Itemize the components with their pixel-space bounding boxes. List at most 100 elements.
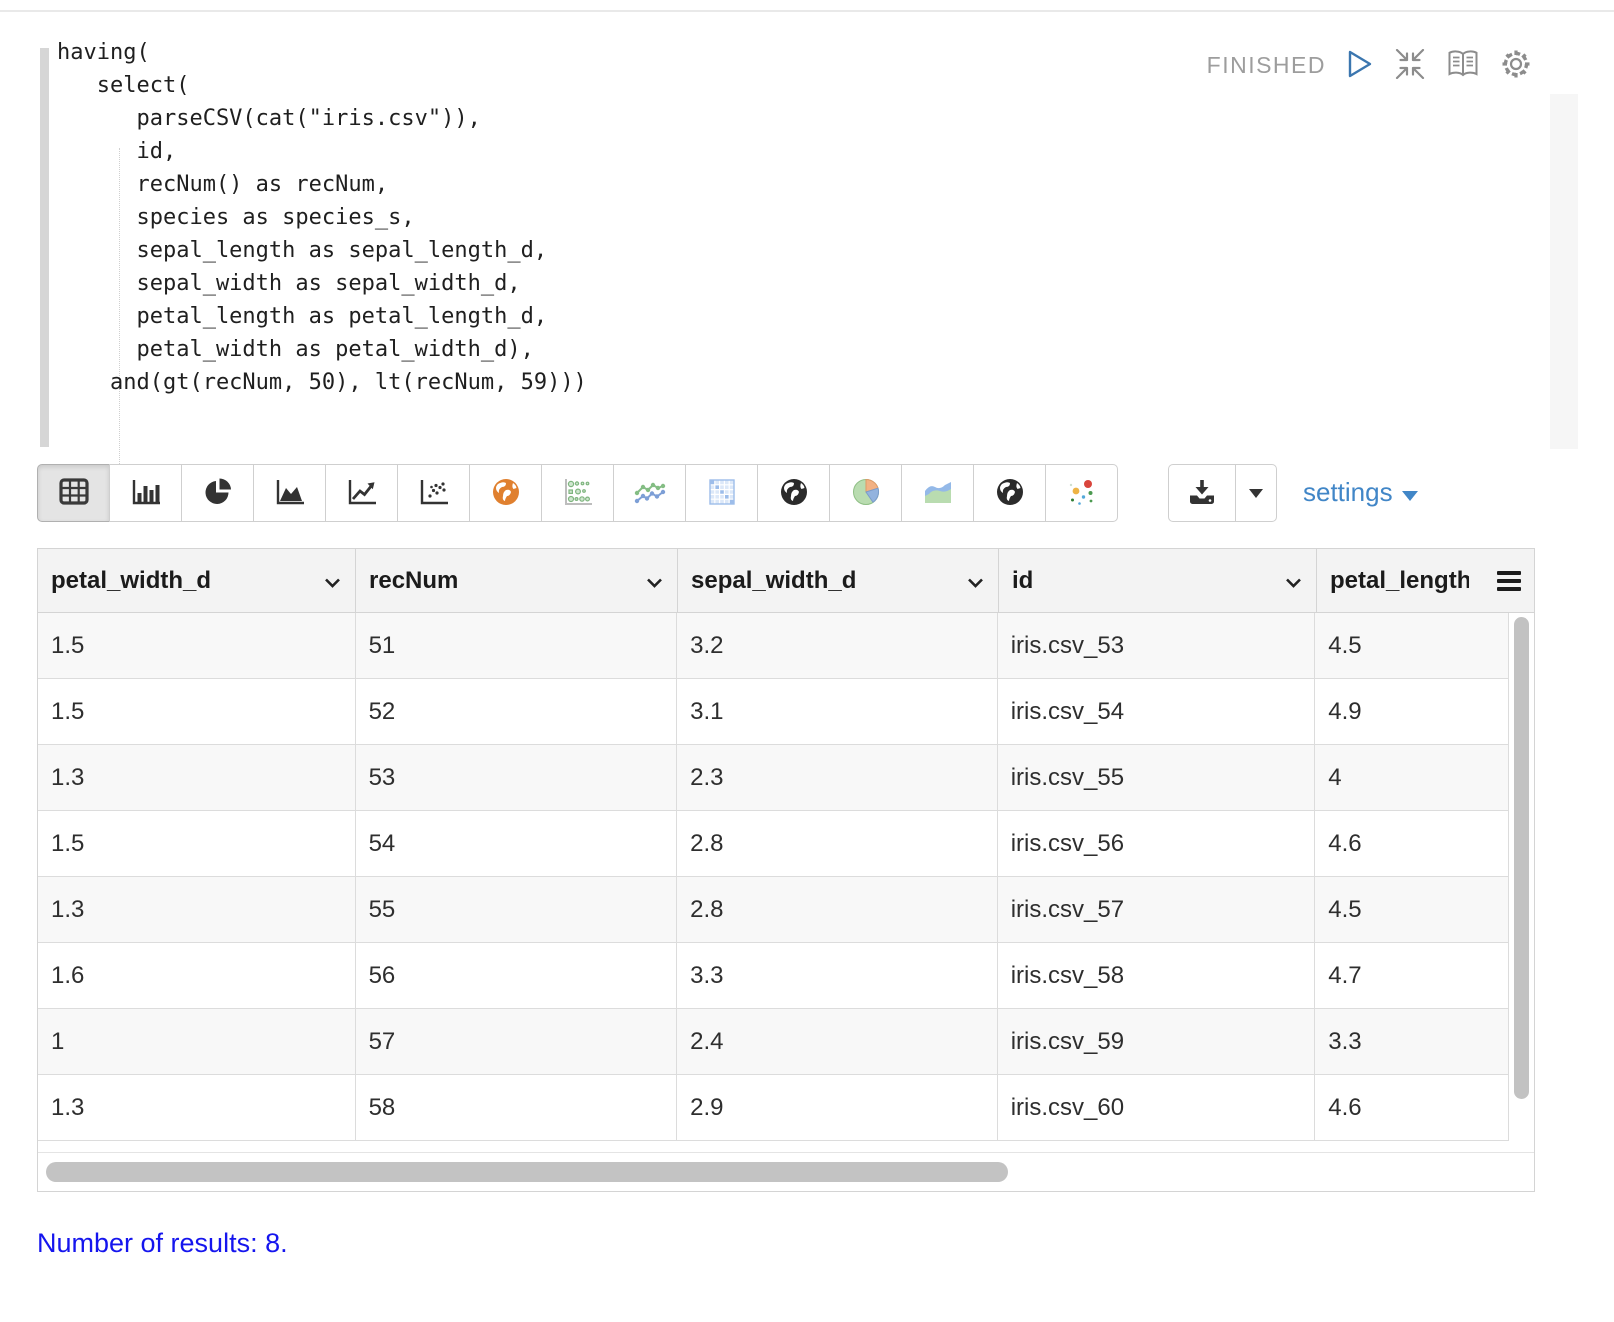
chart-multiline-button[interactable] [613, 464, 686, 522]
results-count: Number of results: 8. [37, 1228, 288, 1258]
chart-table-button[interactable] [37, 464, 110, 522]
chart-stream-button[interactable] [901, 464, 974, 522]
table-row: 1.6 56 3.3 iris.csv_58 4.7 [38, 943, 1509, 1009]
table-body-wrap: 1.5 51 3.2 iris.csv_53 4.5 1.5 52 3.1 iris.csv_5… [38, 613, 1534, 1141]
gear-icon [1500, 48, 1532, 83]
table-cell: 1 [38, 1009, 356, 1074]
table-row: 1.5 52 3.1 iris.csv_54 4.9 [38, 679, 1509, 745]
table-cell: 4.6 [1315, 1075, 1509, 1140]
grid-menu-button[interactable] [1483, 549, 1534, 612]
code-text[interactable]: having( select( parseCSV(cat("iris.csv")… [57, 36, 587, 399]
open-book-icon [1446, 49, 1480, 82]
column-label: petal_width_d [51, 566, 212, 594]
chart-dots-button[interactable] [1045, 464, 1118, 522]
code-editor[interactable]: having( select( parseCSV(cat("iris.csv")… [40, 36, 1578, 476]
chart-pie-colored-button[interactable] [829, 464, 902, 522]
run-button[interactable] [1346, 48, 1374, 82]
chart-globe2-button[interactable] [973, 464, 1046, 522]
sort-caret-icon[interactable] [1285, 567, 1302, 595]
download-split-button [1168, 464, 1277, 522]
settings-link[interactable]: settings [1303, 477, 1418, 508]
header-cell-recnum[interactable]: recNum [356, 549, 678, 612]
bar-chart-icon [131, 478, 161, 509]
chart-map-orange-button[interactable] [469, 464, 542, 522]
map-globe-orange-icon [490, 476, 522, 511]
line-chart-icon [347, 478, 377, 509]
table-cell: iris.csv_53 [998, 613, 1316, 678]
table-cell: 1.3 [38, 877, 356, 942]
scatter-chart-icon [419, 478, 449, 509]
column-label: sepal_width_d [691, 566, 857, 594]
chart-bubble-grid-button[interactable] [541, 464, 614, 522]
table-cell: 1.5 [38, 613, 356, 678]
chart-scatter-button[interactable] [397, 464, 470, 522]
header-cell-petal-width[interactable]: petal_width_d [38, 549, 356, 612]
table-header-row: petal_width_d recNum sepal_width_d id pe… [38, 549, 1534, 613]
editor-scrollbar-track[interactable] [1550, 94, 1578, 449]
chart-area-button[interactable] [253, 464, 326, 522]
colored-dots-icon [1066, 476, 1098, 511]
globe-dark-icon [778, 476, 810, 511]
table-cell: 2.9 [677, 1075, 998, 1140]
horizontal-scrollbar[interactable] [38, 1153, 1534, 1191]
sort-caret-icon[interactable] [967, 567, 984, 595]
play-icon [1346, 49, 1374, 82]
chart-heatmap-button[interactable] [685, 464, 758, 522]
table-row: 1.3 55 2.8 iris.csv_57 4.5 [38, 877, 1509, 943]
header-cell-petal-length[interactable]: petal_length_d [1317, 549, 1483, 612]
multi-line-chart-icon [633, 478, 667, 509]
download-tray-icon [1188, 479, 1216, 508]
column-label: petal_length_d [1330, 566, 1469, 594]
notebook-paragraph: having( select( parseCSV(cat("iris.csv")… [0, 0, 1614, 1322]
table-cell: 53 [356, 745, 678, 810]
status-badge: FINISHED [1206, 51, 1326, 78]
table-cell: iris.csv_55 [998, 745, 1316, 810]
header-cell-sepal-width[interactable]: sepal_width_d [678, 549, 999, 612]
vertical-scrollbar[interactable] [1509, 613, 1534, 1141]
table-cell: 1.5 [38, 811, 356, 876]
collapse-button[interactable] [1394, 48, 1426, 82]
area-chart-icon [275, 478, 305, 509]
table-cell: 1.3 [38, 745, 356, 810]
table-cell: iris.csv_57 [998, 877, 1316, 942]
table-row: 1.3 58 2.9 iris.csv_60 4.6 [38, 1075, 1509, 1141]
table-cell: iris.csv_54 [998, 679, 1316, 744]
table-row: 1.5 54 2.8 iris.csv_56 4.6 [38, 811, 1509, 877]
editor-gutter [40, 48, 49, 447]
table-cell: 3.2 [677, 613, 998, 678]
table-cell: 51 [356, 613, 678, 678]
globe-dark-2-icon [994, 476, 1026, 511]
chart-bar-button[interactable] [109, 464, 182, 522]
table-cell: 2.4 [677, 1009, 998, 1074]
table-cell: 57 [356, 1009, 678, 1074]
table-cell: 1.3 [38, 1075, 356, 1140]
heatmap-icon [707, 477, 737, 510]
table-cell: 58 [356, 1075, 678, 1140]
column-label: id [1012, 566, 1034, 594]
reader-button[interactable] [1446, 48, 1480, 82]
paragraph-settings-button[interactable] [1500, 48, 1532, 82]
table-cell: iris.csv_58 [998, 943, 1316, 1008]
table-cell: 1.6 [38, 943, 356, 1008]
chart-pie-button[interactable] [181, 464, 254, 522]
pie-colored-icon [849, 475, 883, 512]
column-label: recNum [369, 566, 459, 594]
table-cell: 2.8 [677, 877, 998, 942]
sort-caret-icon[interactable] [646, 567, 663, 595]
download-button[interactable] [1168, 464, 1236, 522]
table-cell: 4.9 [1315, 679, 1509, 744]
sort-caret-icon[interactable] [324, 567, 341, 595]
download-caret-button[interactable] [1235, 464, 1277, 522]
table-cell: 4.7 [1315, 943, 1509, 1008]
header-cell-id[interactable]: id [999, 549, 1317, 612]
table-cell: 3.3 [1315, 1009, 1509, 1074]
table-body: 1.5 51 3.2 iris.csv_53 4.5 1.5 52 3.1 iris.csv_5… [38, 613, 1509, 1141]
table-cell: 2.3 [677, 745, 998, 810]
hamburger-menu-icon [1496, 570, 1521, 591]
table-icon [58, 478, 89, 508]
chart-line-button[interactable] [325, 464, 398, 522]
chart-globe-button[interactable] [757, 464, 830, 522]
table-cell: 52 [356, 679, 678, 744]
horizontal-scrollbar-thumb[interactable] [46, 1162, 1008, 1182]
vertical-scrollbar-thumb[interactable] [1514, 617, 1529, 1099]
